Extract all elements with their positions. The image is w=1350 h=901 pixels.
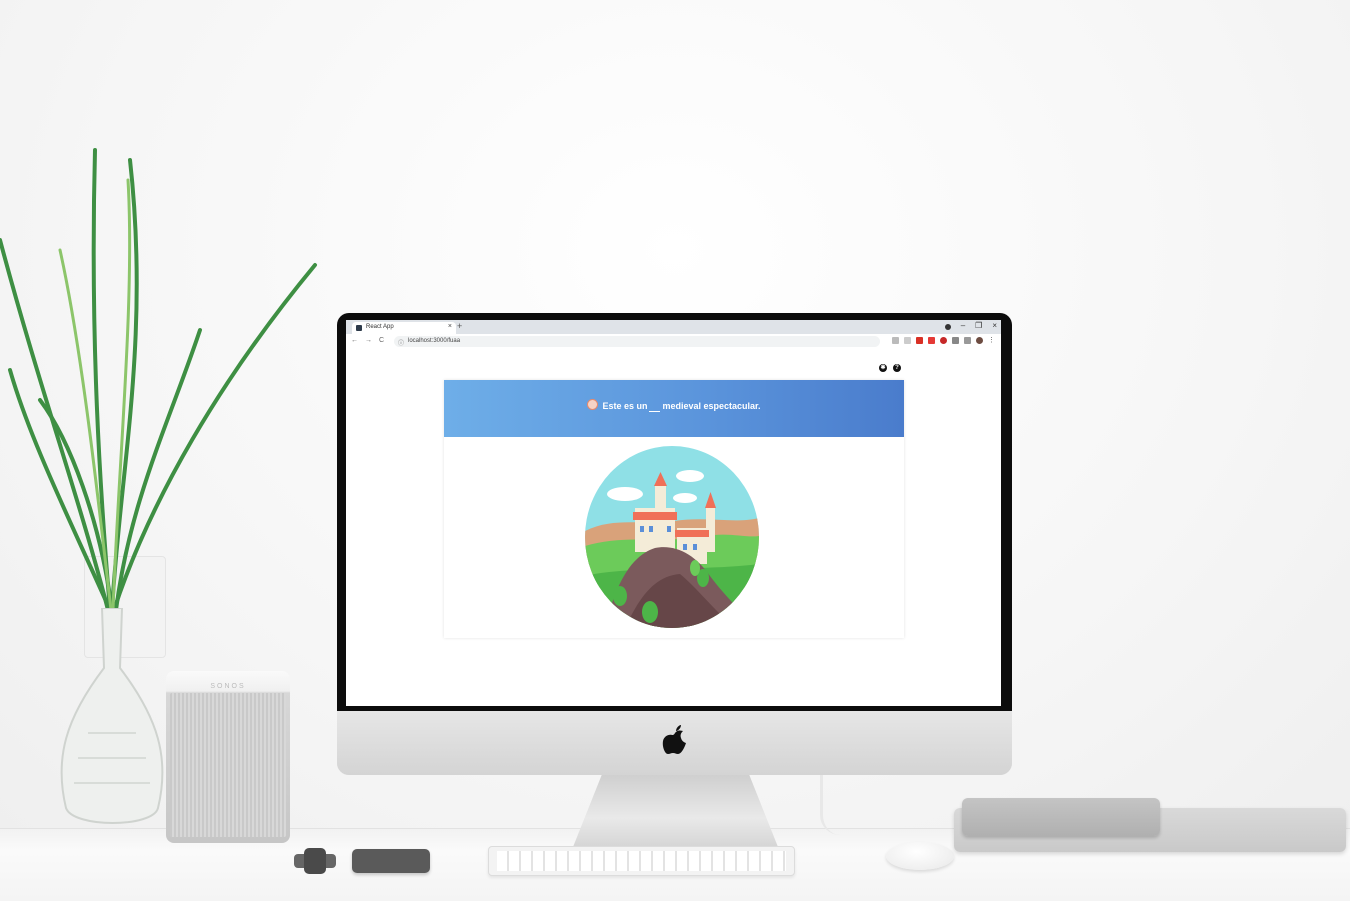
translate-icon[interactable] bbox=[892, 337, 899, 344]
tablet-device bbox=[962, 798, 1160, 836]
browser-toolbar: ← → C ⓘ localhost:3000/fuaa ⋮ bbox=[346, 334, 1001, 351]
exercise-card: Este es un medieval espectacular. bbox=[444, 380, 904, 638]
window-controls: – ❐ × bbox=[944, 321, 997, 330]
smartwatch-icon bbox=[294, 848, 336, 874]
nav-buttons: ← → C bbox=[351, 337, 384, 344]
plant-leaves-icon bbox=[0, 148, 317, 612]
close-window-button[interactable]: × bbox=[992, 321, 997, 330]
browser-tab[interactable]: React App × bbox=[352, 322, 456, 334]
web-page: ✱ ? Este es un medieval espectacular. bbox=[346, 350, 1001, 706]
bookmark-star-icon[interactable] bbox=[904, 337, 911, 344]
address-bar[interactable]: ⓘ localhost:3000/fuaa bbox=[394, 336, 880, 347]
smartphone bbox=[352, 849, 430, 873]
wireless-mouse bbox=[886, 842, 954, 870]
wireless-keyboard bbox=[488, 846, 795, 876]
audio-play-icon[interactable] bbox=[587, 399, 599, 411]
monitor-stand bbox=[573, 775, 778, 847]
url-text: localhost:3000/fuaa bbox=[408, 338, 461, 344]
sentence-text: Este es un medieval espectacular. bbox=[444, 399, 904, 413]
sonos-speaker: SONOS bbox=[166, 671, 290, 843]
glass-vase-icon bbox=[60, 608, 164, 824]
keyboard-keys bbox=[497, 851, 786, 871]
minimize-button[interactable]: – bbox=[961, 321, 965, 330]
sentence-end: medieval espectacular. bbox=[662, 401, 761, 411]
apple-logo-icon bbox=[662, 725, 686, 754]
browser-menu-icon[interactable]: ⋮ bbox=[988, 337, 995, 344]
monitor-screen: React App × + – ❐ × ← → C ⓘ localhost:30… bbox=[346, 320, 1001, 706]
speaker-grille bbox=[170, 693, 286, 837]
site-info-icon[interactable]: ⓘ bbox=[398, 338, 404, 347]
maximize-button[interactable]: ❐ bbox=[975, 321, 982, 330]
extensions-puzzle-icon[interactable] bbox=[952, 337, 959, 344]
media-control-icon[interactable] bbox=[964, 337, 971, 344]
answer-blank[interactable] bbox=[649, 403, 661, 413]
power-cable bbox=[820, 775, 841, 835]
tab-favicon-icon bbox=[356, 325, 362, 331]
reload-button[interactable]: C bbox=[379, 337, 384, 344]
extension-red-icon[interactable] bbox=[916, 337, 923, 344]
forward-button[interactable]: → bbox=[365, 337, 372, 344]
castle-illustration bbox=[585, 446, 759, 628]
tab-close-icon[interactable]: × bbox=[448, 323, 452, 330]
page-top-icons: ✱ ? bbox=[879, 364, 901, 372]
extension-icons: ⋮ bbox=[892, 337, 995, 344]
back-button[interactable]: ← bbox=[351, 337, 358, 344]
browser-tab-bar: React App × + – ❐ × bbox=[346, 320, 1001, 334]
speaker-brand: SONOS bbox=[210, 683, 246, 690]
new-tab-button[interactable]: + bbox=[457, 321, 462, 331]
profile-avatar[interactable] bbox=[976, 337, 983, 344]
profile-menu-icon[interactable] bbox=[944, 324, 951, 330]
sentence-banner: Este es un medieval espectacular. bbox=[444, 380, 904, 437]
extension-shield-icon[interactable] bbox=[928, 337, 935, 344]
settings-icon[interactable]: ✱ bbox=[879, 364, 887, 372]
sentence-start: Este es un bbox=[602, 401, 648, 411]
tab-title: React App bbox=[366, 324, 394, 330]
extension-adblock-icon[interactable] bbox=[940, 337, 947, 344]
help-icon[interactable]: ? bbox=[893, 364, 901, 372]
